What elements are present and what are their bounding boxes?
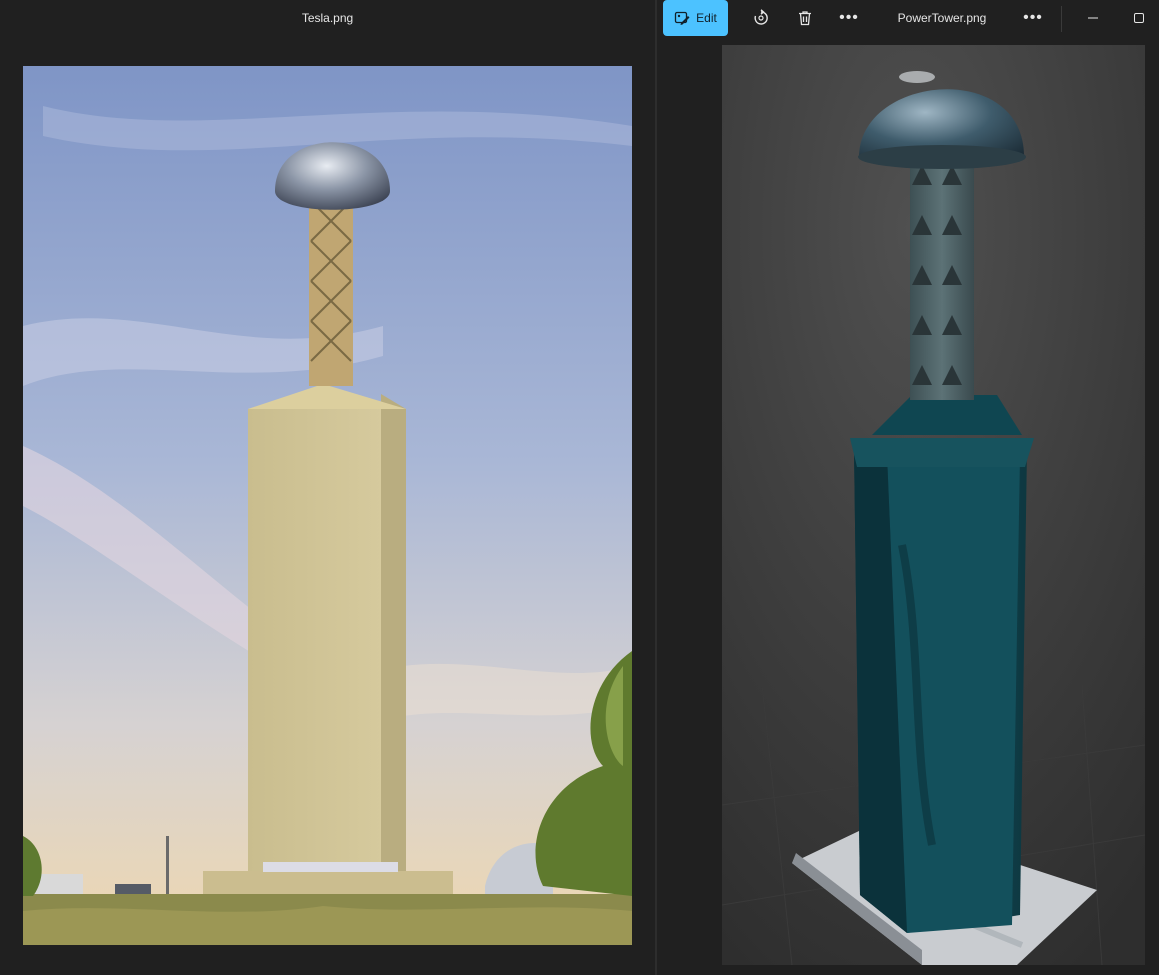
- see-more-button[interactable]: •••: [1015, 0, 1051, 36]
- maximize-icon: [1134, 13, 1144, 23]
- rotate-button[interactable]: [743, 0, 779, 36]
- viewer-toolbar: Edit ••• PowerTower.png •••: [657, 0, 1159, 38]
- more-options-button[interactable]: •••: [831, 0, 867, 36]
- edit-label: Edit: [696, 11, 717, 25]
- maximize-button[interactable]: [1121, 0, 1157, 36]
- right-photo-window: Edit ••• PowerTower.png •••: [657, 0, 1159, 975]
- toolbar-separator: [1061, 6, 1062, 32]
- more-horizontal-icon: •••: [839, 9, 859, 26]
- power-tower-render-image: [722, 45, 1145, 965]
- trash-icon: [799, 11, 811, 26]
- left-photo-window: Tesla.png: [0, 0, 655, 975]
- delete-button[interactable]: [787, 0, 823, 36]
- rotate-icon: [754, 9, 768, 25]
- minimize-button[interactable]: [1075, 0, 1111, 36]
- more-horizontal-icon: •••: [1023, 9, 1043, 26]
- tesla-photo-image: [23, 66, 632, 945]
- window-title: Tesla.png: [301, 11, 354, 25]
- window-title: PowerTower.png: [897, 11, 987, 25]
- power-tower-render: [722, 45, 1145, 965]
- minimize-icon: [1088, 17, 1098, 19]
- edit-image-icon: [675, 11, 690, 25]
- edit-button[interactable]: Edit: [663, 0, 728, 36]
- tesla-photo: [23, 66, 632, 945]
